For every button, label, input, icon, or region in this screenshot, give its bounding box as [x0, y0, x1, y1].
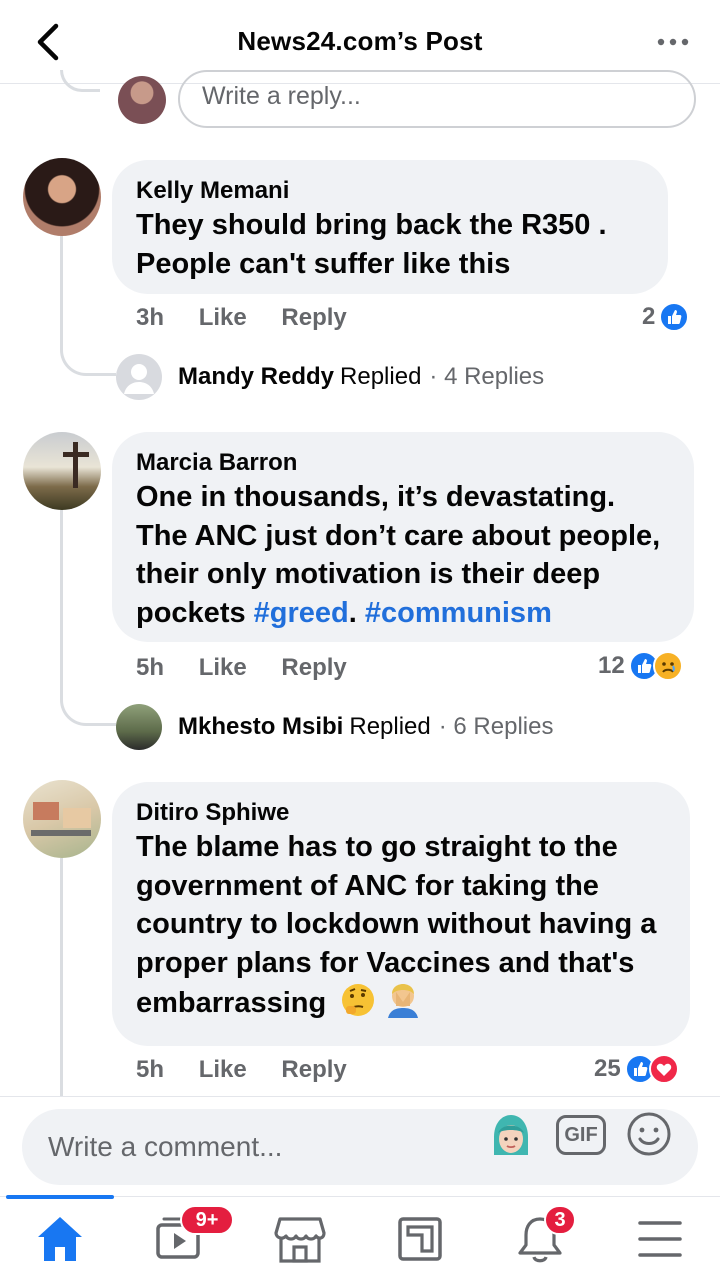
- home-icon[interactable]: [30, 1209, 90, 1269]
- thread-line: [60, 858, 63, 1098]
- comment-actions: 5h Like Reply: [136, 1056, 375, 1084]
- thread-line: [60, 236, 63, 336]
- sad-reaction-icon: [652, 651, 683, 681]
- comment-author[interactable]: Kelly Memani: [136, 176, 644, 206]
- comment-bubble: Marcia Barron One in thousands, it’s dev…: [112, 432, 694, 642]
- notifications-badge: 3: [544, 1205, 576, 1235]
- comment-bubble: Ditiro Sphiwe The blame has to go straig…: [112, 782, 690, 1046]
- like-reaction-icon: [659, 302, 690, 332]
- comment-text-separator: .: [348, 596, 365, 629]
- replied-label: Replied: [349, 713, 431, 740]
- replies-link[interactable]: Mandy Reddy Replied · 4 Replies: [116, 354, 544, 400]
- comment-time: 5h: [136, 1056, 165, 1083]
- comment-actions: 5h Like Reply: [136, 654, 375, 682]
- replier-name: Mandy Reddy: [178, 363, 335, 390]
- comment-text: They should bring back the R350 . People…: [136, 209, 607, 280]
- default-avatar-icon: [116, 354, 162, 400]
- more-horizontal-icon[interactable]: [656, 30, 690, 54]
- thinking-face-icon: [342, 984, 375, 1016]
- hashtag-greed[interactable]: #greed: [254, 597, 349, 629]
- comment-input-placeholder: Write a comment...: [48, 1131, 283, 1162]
- pages-icon[interactable]: [390, 1209, 450, 1269]
- reply-input-placeholder: Write a reply...: [202, 82, 361, 110]
- thread-connector: [60, 70, 100, 92]
- reaction-count: 12: [598, 652, 625, 679]
- comment-author[interactable]: Marcia Barron: [136, 448, 670, 478]
- menu-icon[interactable]: [630, 1209, 690, 1269]
- reply-count: · 4 Replies: [429, 363, 545, 390]
- emoji-icon[interactable]: [626, 1111, 672, 1157]
- reply-button[interactable]: Reply: [281, 654, 346, 681]
- facepalm-icon: [388, 984, 419, 1018]
- replier-name: Mkhesto Msibi: [178, 713, 344, 740]
- thread-line: [60, 510, 63, 688]
- thread-connector: [60, 336, 116, 376]
- reply-count: · 6 Replies: [438, 713, 554, 740]
- active-tab-indicator: [6, 1195, 114, 1199]
- reaction-summary[interactable]: 25: [594, 1054, 679, 1084]
- reaction-summary[interactable]: 12: [598, 651, 683, 681]
- gif-button[interactable]: GIF: [556, 1115, 606, 1155]
- comment-actions: 3h Like Reply: [136, 304, 375, 332]
- hashtag-communism[interactable]: #communism: [365, 597, 552, 629]
- like-button[interactable]: Like: [199, 304, 247, 331]
- avatar: [116, 704, 162, 750]
- avatar-ditiro-sphiwe[interactable]: [23, 780, 101, 858]
- like-button[interactable]: Like: [199, 654, 247, 681]
- avatar-kelly-memani[interactable]: [23, 158, 101, 236]
- reaction-summary[interactable]: 2: [642, 302, 690, 332]
- page-title: News24.com’s Post: [237, 26, 483, 56]
- avatar: [118, 76, 166, 124]
- replied-label: Replied: [340, 363, 422, 390]
- video-badge: 9+: [180, 1205, 234, 1235]
- comment-bubble: Kelly Memani They should bring back the …: [112, 160, 668, 294]
- top-reply-row: Write a reply...: [0, 70, 720, 130]
- avatar-marcia-barron[interactable]: [23, 432, 101, 510]
- comment-time: 3h: [136, 304, 165, 331]
- love-reaction-icon: [648, 1054, 679, 1084]
- comment-author[interactable]: Ditiro Sphiwe: [136, 798, 666, 828]
- avatar-sticker-icon[interactable]: [488, 1111, 534, 1161]
- reply-button[interactable]: Reply: [281, 304, 346, 331]
- replies-link[interactable]: Mkhesto Msibi Replied · 6 Replies: [116, 704, 553, 750]
- reply-button[interactable]: Reply: [281, 1056, 346, 1083]
- thread-connector: [60, 686, 116, 726]
- marketplace-icon[interactable]: [270, 1209, 330, 1269]
- comment-composer: Write a comment... GIF: [0, 1096, 720, 1196]
- reaction-count: 2: [642, 303, 656, 330]
- reaction-count: 25: [594, 1055, 621, 1082]
- comment-text: One in thousands, it’s devastating. The …: [136, 478, 670, 632]
- reply-input[interactable]: Write a reply...: [178, 70, 696, 128]
- comment-text: The blame has to go straight to the gove…: [136, 828, 666, 1023]
- like-button[interactable]: Like: [199, 1056, 247, 1083]
- comment-time: 5h: [136, 654, 165, 681]
- bottom-nav: 9+ 3: [0, 1195, 720, 1280]
